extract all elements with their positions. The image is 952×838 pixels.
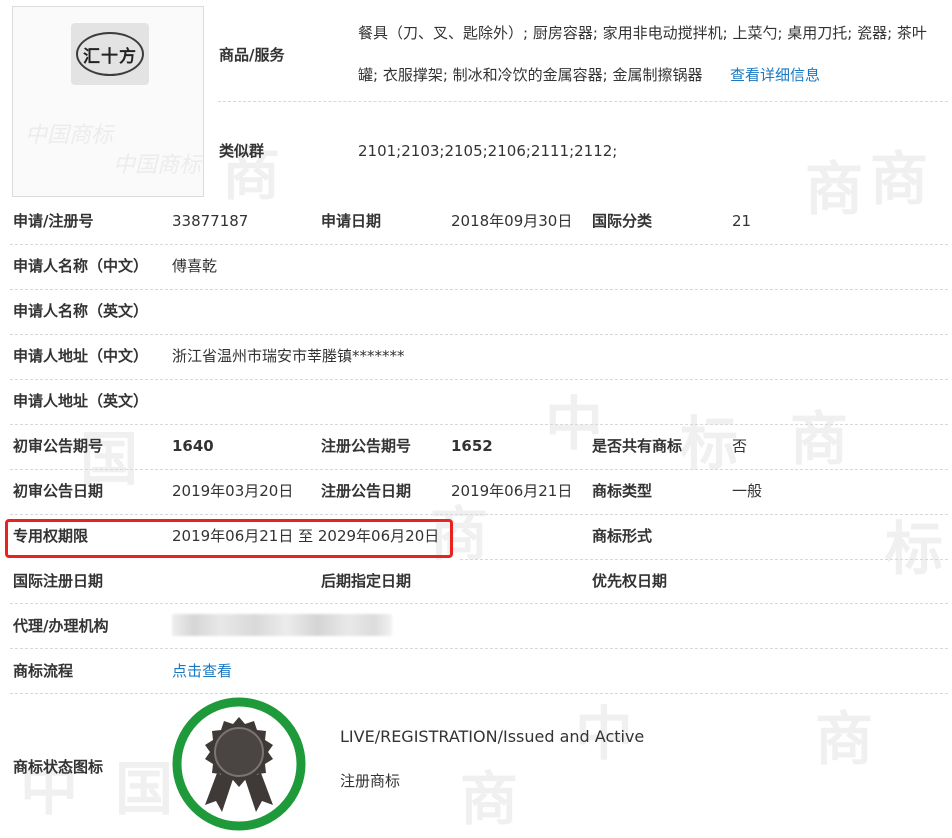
logo-text: 汇十方 — [83, 46, 137, 67]
watermark-char: 标 — [885, 515, 944, 583]
similar-group-value: 2101;2103;2105;2106;2111;2112; — [358, 142, 618, 160]
applicant-cn-label: 申请人名称（中文） — [13, 257, 149, 275]
watermark-char: 商 — [805, 155, 864, 223]
prelim-date-label: 初审公告日期 — [13, 482, 104, 500]
status-text-cn: 注册商标 — [340, 772, 401, 790]
status-badge-icon — [172, 697, 306, 831]
prelim-issue-value: 1640 — [172, 437, 214, 455]
divider — [460, 559, 948, 560]
logo-oval: 汇十方 — [76, 32, 144, 76]
reg-date-value: 2019年06月21日 — [451, 482, 573, 500]
process-view-link[interactable]: 点击查看 — [172, 661, 232, 681]
reg-no-value: 33877187 — [172, 212, 249, 230]
goods-line-1: 餐具（刀、叉、匙除外）; 厨房容器; 家用非电动搅拌机; 上菜勺; 桌用刀托; … — [358, 24, 927, 42]
trademark-logo: 汇十方 — [71, 23, 149, 85]
apply-date-label: 申请日期 — [321, 212, 382, 230]
divider — [10, 424, 948, 425]
goods-line-2: 罐; 衣服撑架; 制冰和冷饮的金属容器; 金属制擦锅器 — [358, 66, 703, 84]
mark-form-label: 商标形式 — [592, 527, 653, 545]
prelim-date-value: 2019年03月20日 — [172, 482, 294, 500]
intl-reg-date-label: 国际注册日期 — [13, 572, 104, 590]
goods-label: 商品/服务 — [219, 46, 285, 64]
mark-type-label: 商标类型 — [592, 482, 653, 500]
divider — [10, 648, 948, 649]
intl-class-value: 21 — [732, 212, 752, 230]
view-details-link[interactable]: 查看详细信息 — [730, 65, 820, 85]
address-cn-value: 浙江省温州市瑞安市莘塍镇******* — [172, 347, 405, 365]
status-icon-label: 商标状态图标 — [13, 758, 104, 776]
applicant-cn-value: 傅喜乾 — [172, 257, 218, 275]
divider — [10, 514, 948, 515]
applicant-en-label: 申请人名称（英文） — [13, 302, 149, 320]
address-cn-label: 申请人地址（中文） — [13, 347, 149, 365]
reg-no-label: 申请/注册号 — [13, 212, 94, 230]
watermark-char: 商 — [815, 705, 874, 773]
apply-date-value: 2018年09月30日 — [451, 212, 573, 230]
shared-mark-label: 是否共有商标 — [592, 437, 683, 455]
watermark-char: 商 — [870, 145, 929, 213]
later-designation-label: 后期指定日期 — [321, 572, 412, 590]
reg-issue-label: 注册公告期号 — [321, 437, 412, 455]
divider — [10, 289, 948, 290]
intl-class-label: 国际分类 — [592, 212, 653, 230]
status-text-en: LIVE/REGISTRATION/Issued and Active — [340, 727, 645, 746]
divider — [10, 334, 948, 335]
shared-mark-value: 否 — [732, 437, 748, 455]
divider — [10, 379, 948, 380]
divider — [10, 244, 948, 245]
trademark-image: 中国商标 中国商标 汇十方 — [12, 6, 204, 197]
agent-value-redacted — [172, 614, 392, 636]
watermark-char: 商 — [790, 405, 849, 473]
highlight-box — [5, 519, 453, 558]
reg-issue-value: 1652 — [451, 437, 493, 455]
divider — [10, 469, 948, 470]
watermark-char: 商 — [460, 765, 519, 833]
logo-watermark: 中国商标 — [113, 153, 202, 178]
agent-label: 代理/办理机构 — [13, 617, 109, 635]
similar-group-label: 类似群 — [219, 142, 265, 160]
priority-date-label: 优先权日期 — [592, 572, 668, 590]
watermark-char: 国 — [115, 755, 174, 823]
divider — [10, 693, 948, 694]
divider — [10, 603, 948, 604]
mark-type-value: 一般 — [732, 482, 763, 500]
divider — [218, 101, 948, 102]
address-en-label: 申请人地址（英文） — [13, 392, 149, 410]
prelim-issue-label: 初审公告期号 — [13, 437, 104, 455]
logo-watermark: 中国商标 — [25, 123, 114, 148]
process-label: 商标流程 — [13, 662, 74, 680]
reg-date-label: 注册公告日期 — [321, 482, 412, 500]
